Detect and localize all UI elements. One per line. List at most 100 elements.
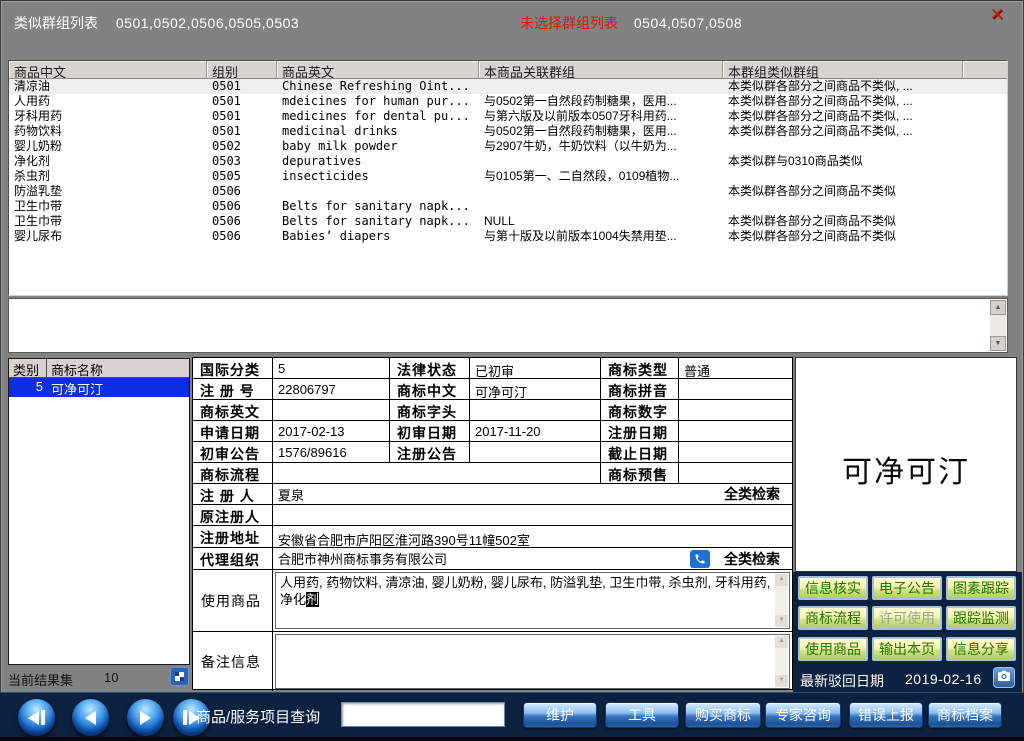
cell-related-groups xyxy=(479,79,723,94)
maintain-button[interactable]: 维护 xyxy=(523,702,597,728)
table-row[interactable]: 防溢乳垫 0506 本类似群各部分之间商品不类似 xyxy=(9,184,1007,199)
info-verify-button[interactable]: 信息核实 xyxy=(798,576,868,600)
field-label: 截止日期 xyxy=(601,442,679,462)
cell-group: 0502 xyxy=(207,139,277,154)
column-header-product-en[interactable]: 商品英文 xyxy=(277,61,479,78)
column-header-trademark-name[interactable]: 商标名称 xyxy=(47,359,189,377)
prev-record-button[interactable] xyxy=(72,699,109,736)
result-set-count: 10 xyxy=(104,670,118,685)
table-row[interactable]: 清凉油 0501 Chinese Refreshing Oint... 本类似群… xyxy=(9,79,1007,94)
full-class-search-link[interactable]: 全类检索 xyxy=(724,549,792,569)
first-record-button[interactable] xyxy=(18,699,55,736)
cell-group: 0505 xyxy=(207,169,277,184)
scroll-down-icon[interactable]: ▼ xyxy=(775,675,788,687)
column-header-related-groups[interactable]: 本商品关联群组 xyxy=(479,61,723,78)
field-label: 国际分类 xyxy=(193,358,273,378)
list-item[interactable]: 5 可净可汀 xyxy=(9,378,189,397)
used-goods-textarea[interactable]: 人用药, 药物饮料, 清凉油, 婴儿奶粉, 婴儿尿布, 防溢乳垫, 卫生巾带, … xyxy=(275,572,790,629)
scroll-down-icon[interactable]: ▼ xyxy=(990,336,1006,351)
textarea-scrollbar[interactable]: ▲ ▼ xyxy=(775,636,788,687)
track-monitor-button[interactable]: 跟踪监测 xyxy=(946,606,1016,630)
buy-trademark-button[interactable]: 购买商标 xyxy=(685,702,761,728)
cell-group: 0501 xyxy=(207,109,277,124)
export-page-button[interactable]: 输出本页 xyxy=(872,637,942,661)
table-row[interactable]: 净化剂 0503 depuratives 本类似群与0310商品类似 xyxy=(9,154,1007,169)
trademark-preview-text: 可净可汀 xyxy=(842,439,970,491)
trademark-archive-button[interactable]: 商标档案 xyxy=(928,702,1002,728)
cell-similar-groups: 本类似群各部分之间商品不类似 xyxy=(723,184,1007,199)
column-header-group[interactable]: 组别 xyxy=(207,61,277,78)
column-header-similar-groups[interactable]: 本群组类似群组 xyxy=(723,61,963,78)
trademark-type-value: 普通 xyxy=(679,358,792,378)
field-label: 商标数字 xyxy=(601,400,679,420)
cell-product-en: Belts for sanitary napk... xyxy=(277,214,479,229)
table-row[interactable]: 婴儿奶粉 0502 baby milk powder 与2907牛奶，牛奶饮料（… xyxy=(9,139,1007,154)
used-goods-button[interactable]: 使用商品 xyxy=(798,637,868,661)
snapshot-button[interactable] xyxy=(993,667,1015,688)
field-label: 商标拼音 xyxy=(601,379,679,399)
scroll-up-icon[interactable]: ▲ xyxy=(775,574,788,586)
cell-related-groups: NULL xyxy=(479,214,723,229)
scroll-down-icon[interactable]: ▼ xyxy=(775,615,788,627)
table-row[interactable]: 人用药 0501 mdeicines for human pur... 与050… xyxy=(9,94,1007,109)
field-label: 备注信息 xyxy=(193,632,273,691)
table-row[interactable]: 婴儿尿布 0506 Babies’ diapers 与第十版及以前版本1004失… xyxy=(9,229,1007,244)
column-header-class[interactable]: 类别 xyxy=(9,359,47,377)
first-review-date-value: 2017-11-20 xyxy=(470,421,601,441)
layout-grid-button[interactable] xyxy=(170,667,189,686)
cell-similar-groups: 本类似群与0310商品类似 xyxy=(723,154,1007,169)
field-label: 注册公告 xyxy=(390,442,470,462)
form-row: 备注信息 ▲ ▼ xyxy=(193,632,792,691)
error-report-button[interactable]: 错误上报 xyxy=(849,702,923,728)
form-row: 代理组织 合肥市神州商标事务有限公司 全类检索 xyxy=(193,548,792,570)
cell-product-en: medicines for dental pu... xyxy=(277,109,479,124)
form-row: 注 册 号 22806797 商标中文 可净可汀 商标拼音 xyxy=(193,379,792,400)
unselected-group-list-value: 0504,0507,0508 xyxy=(634,15,742,31)
e-gazette-button[interactable]: 电子公告 xyxy=(872,576,942,600)
column-header-empty[interactable] xyxy=(963,61,1007,78)
textarea-scrollbar[interactable]: ▲ ▼ xyxy=(775,574,788,627)
close-icon[interactable]: ✕ xyxy=(985,5,1009,27)
cell-product-en: insecticides xyxy=(277,169,479,184)
form-row: 申请日期 2017-02-13 初审日期 2017-11-20 注册日期 xyxy=(193,421,792,442)
next-record-button[interactable] xyxy=(127,699,164,736)
right-action-panel: 信息核实 电子公告 图素跟踪 商标流程 许可使用 跟踪监测 使用商品 输出本页 … xyxy=(793,572,1022,692)
scroll-up-icon[interactable]: ▲ xyxy=(990,300,1006,315)
cell-group: 0503 xyxy=(207,154,277,169)
scroll-up-icon[interactable]: ▲ xyxy=(775,636,788,648)
cell-group: 0506 xyxy=(207,229,277,244)
trademark-flow-button[interactable]: 商标流程 xyxy=(798,606,868,630)
tools-button[interactable]: 工具 xyxy=(605,702,679,728)
column-header-product-cn[interactable]: 商品中文 xyxy=(9,61,207,78)
remark-textarea[interactable]: ▲ ▼ xyxy=(275,634,790,689)
cell-product-cn: 婴儿奶粉 xyxy=(9,139,207,154)
unselected-group-list-label: 未选择群组列表 xyxy=(520,15,618,31)
table-row[interactable]: 卫生巾带 0506 Belts for sanitary napk... xyxy=(9,199,1007,214)
field-label: 商标类型 xyxy=(601,358,679,378)
cell-similar-groups xyxy=(723,169,1007,184)
phone-icon[interactable] xyxy=(690,550,710,568)
cell-product-cn: 净化剂 xyxy=(9,154,207,169)
table-row[interactable]: 药物饮料 0501 medicinal drinks 与0502第一自然段药制糖… xyxy=(9,124,1007,139)
similar-group-list-value: 0501,0502,0506,0505,0503 xyxy=(116,15,299,31)
used-goods-text: 人用药, 药物饮料, 清凉油, 婴儿奶粉, 婴儿尿布, 防溢乳垫, 卫生巾带, … xyxy=(280,575,770,607)
image-tracking-button[interactable]: 图素跟踪 xyxy=(946,576,1016,600)
cell-product-cn: 防溢乳垫 xyxy=(9,184,207,199)
form-row: 注 册 人 夏泉 全类检索 xyxy=(193,484,792,505)
vertical-scrollbar[interactable]: ▲ ▼ xyxy=(990,300,1006,351)
full-class-search-link[interactable]: 全类检索 xyxy=(724,484,792,504)
table-row[interactable]: 杀虫剂 0505 insecticides 与0105第一、二自然段，0109植… xyxy=(9,169,1007,184)
table-row[interactable]: 牙科用药 0501 medicines for dental pu... 与第六… xyxy=(9,109,1007,124)
latest-rejection-date-value: 2019-02-16 xyxy=(905,671,982,687)
expert-consult-button[interactable]: 专家咨询 xyxy=(765,702,841,728)
table-row[interactable]: 卫生巾带 0506 Belts for sanitary napk... NUL… xyxy=(9,214,1007,229)
cell-related-groups xyxy=(479,199,723,214)
registration-address-value: 安徽省合肥市庐阳区淮河路390号11幢502室 xyxy=(273,526,792,547)
registrant-value: 夏泉 xyxy=(278,485,304,504)
field-label: 注册日期 xyxy=(601,421,679,441)
trademark-en-value xyxy=(273,400,390,420)
info-share-button[interactable]: 信息分享 xyxy=(946,637,1016,661)
cell-product-en: Babies’ diapers xyxy=(277,229,479,244)
field-label: 初审公告 xyxy=(193,442,273,462)
goods-service-search-input[interactable] xyxy=(341,702,505,727)
